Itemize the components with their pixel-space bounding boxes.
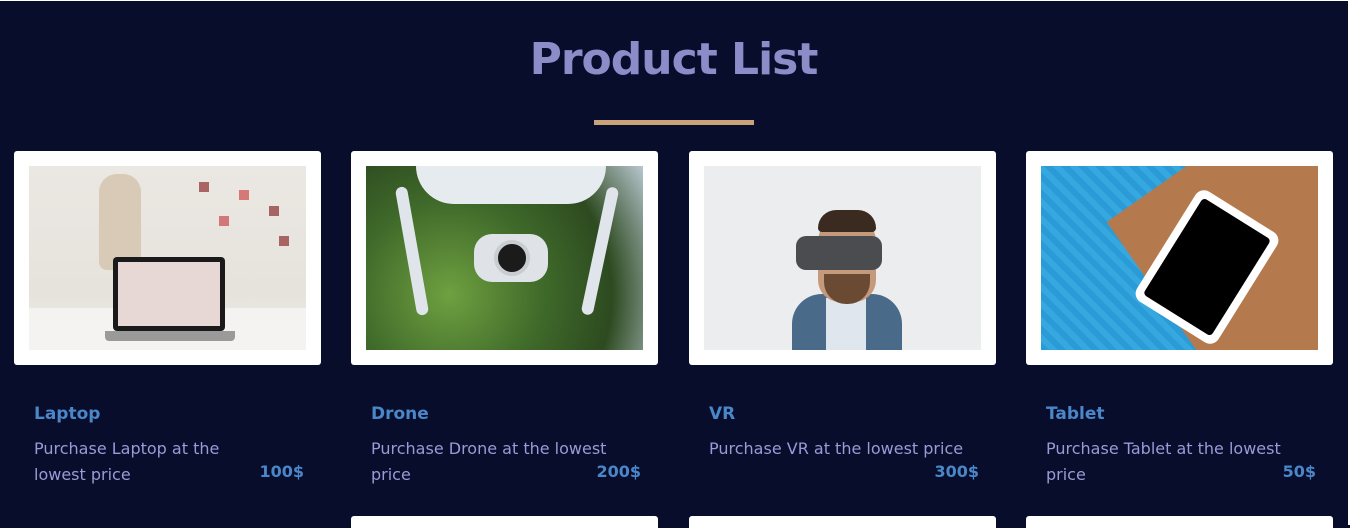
top-border	[0, 0, 1350, 1]
tablet-photo[interactable]	[1041, 166, 1318, 350]
product-name[interactable]: Tablet	[1046, 404, 1316, 424]
product-price: 50$	[1282, 462, 1316, 481]
product-price: 300$	[934, 462, 979, 481]
next-product-card[interactable]	[689, 516, 996, 528]
next-product-card[interactable]	[1026, 516, 1333, 528]
page-title: Product List	[529, 34, 819, 85]
drone-photo[interactable]	[366, 166, 643, 350]
laptop-photo[interactable]	[29, 166, 306, 350]
product-image-frame	[689, 151, 996, 365]
title-underline	[594, 120, 754, 125]
product-price: 100$	[259, 462, 304, 481]
product-name[interactable]: Drone	[371, 404, 641, 424]
product-image-frame	[351, 151, 658, 365]
product-description: Purchase VR at the lowest price	[709, 439, 964, 458]
product-card-laptop[interactable]: Laptop Purchase Laptop at the lowest pri…	[14, 151, 321, 484]
vr-headset-photo[interactable]	[704, 166, 981, 350]
product-image-frame	[14, 151, 321, 365]
product-name[interactable]: Laptop	[34, 404, 304, 424]
product-card-tablet[interactable]: Tablet Purchase Tablet at the lowest pri…	[1026, 151, 1333, 484]
product-card-drone[interactable]: Drone Purchase Drone at the lowest price…	[351, 151, 658, 484]
product-name[interactable]: VR	[709, 404, 979, 424]
product-price: 200$	[596, 462, 641, 481]
product-description: Purchase Laptop at the lowest price	[34, 439, 220, 484]
product-card-vr[interactable]: VR Purchase VR at the lowest price 300$	[689, 151, 996, 481]
product-description: Purchase Tablet at the lowest price	[1046, 439, 1281, 484]
product-image-frame	[1026, 151, 1333, 365]
next-product-card[interactable]	[351, 516, 658, 528]
